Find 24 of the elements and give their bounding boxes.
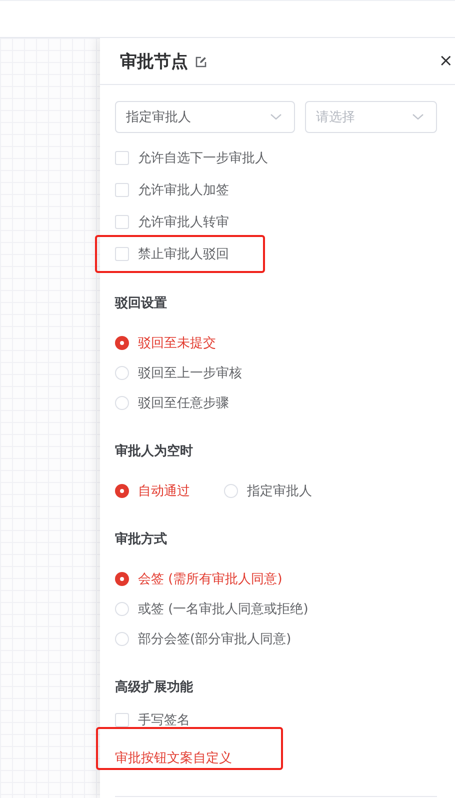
radio-option[interactable]: 驳回至任意步骤 [115,394,229,412]
section-title: 驳回设置 [115,295,168,313]
chevron-icon [270,113,282,121]
checkbox-option[interactable]: 手写签名 [115,711,190,729]
radio-option[interactable]: 会签 (需所有审批人同意) [115,570,282,588]
checkbox-option[interactable]: 允许审批人转审 [115,213,229,231]
radio-option[interactable]: 或签 (一名审批人同意或拒绝) [115,600,308,618]
section-title: 高级扩展功能 [115,678,194,697]
checkbox-option[interactable]: 允许自选下一步审批人 [115,149,268,167]
approver-type-select[interactable]: 指定审批人 [115,101,295,133]
checkbox-option[interactable]: 允许审批人加签 [115,181,229,199]
close-button[interactable]: × [436,51,455,71]
chevron-icon [412,113,424,121]
customize-button-text-link[interactable]: 审批按钮文案自定义 [115,749,232,767]
section-title: 审批方式 [115,530,168,549]
section-title: 审批人为空时 [115,442,194,461]
checkbox-option[interactable]: 禁止审批人驳回 [115,245,229,263]
radio-option[interactable]: 指定审批人 [224,482,312,500]
radio-option[interactable]: 驳回至上一步审核 [115,364,242,382]
panel-title: 审批节点 [120,50,188,72]
edit-icon[interactable] [195,56,207,68]
radio-option[interactable]: 自动通过 [115,482,190,500]
radio-option[interactable]: 部分会签(部分审批人同意) [115,630,292,648]
radio-option[interactable]: 驳回至未提交 [115,334,216,352]
